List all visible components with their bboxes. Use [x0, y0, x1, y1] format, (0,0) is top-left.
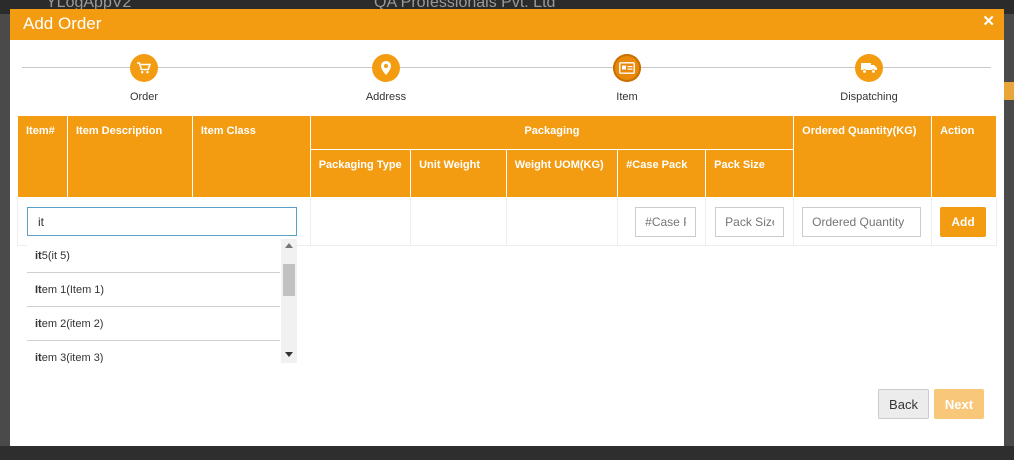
suggestion-match: it: [35, 351, 42, 364]
background-right-tab: [1004, 82, 1014, 100]
item-suggestions-dropdown: it 5(it 5) It em 1(Item 1) it em 2(item 2)…: [27, 239, 297, 363]
suggestion-match: it: [35, 249, 42, 262]
pack-size-cell: [705, 197, 795, 246]
header-item-class: Item Class: [191, 115, 311, 198]
step-item-label: Item: [616, 91, 638, 103]
header-ordered-quantity: Ordered Quantity(KG): [793, 115, 933, 198]
scroll-down-icon[interactable]: [285, 352, 293, 357]
step-item[interactable]: Item: [567, 54, 687, 103]
step-dispatching-label: Dispatching: [840, 91, 898, 103]
order-stepper: Order Address Item Dispatching: [10, 40, 1004, 115]
header-weight-uom: Weight UOM(KG): [505, 149, 619, 198]
list-item[interactable]: It em 1(Item 1): [27, 273, 280, 307]
background-bottom-strip: [0, 446, 1014, 460]
list-item[interactable]: it em 3(item 3): [27, 341, 280, 364]
suggestion-text: em 1(Item 1): [41, 283, 105, 296]
step-order-label: Order: [129, 91, 159, 103]
step-order[interactable]: Order: [84, 54, 204, 103]
action-cell: Add: [931, 197, 997, 246]
background-left-strip: [0, 14, 10, 460]
ordered-quantity-input[interactable]: [802, 206, 922, 237]
header-action: Action: [931, 115, 997, 198]
case-pack-input[interactable]: [635, 206, 697, 237]
add-order-modal: Add Order ✕ Order Address Item Dispatchi…: [10, 9, 1004, 446]
map-pin-icon: [372, 54, 400, 82]
items-table-wrap: Item# Item Description Item Class Packag…: [17, 115, 997, 246]
list-item[interactable]: it em 2(item 2): [27, 307, 280, 341]
suggestion-text: em 2(item 2): [41, 317, 104, 330]
suggestion-text: 5(it 5): [41, 249, 70, 262]
header-item-description: Item Description: [66, 115, 193, 198]
background-right-strip: [1004, 14, 1014, 460]
header-packaging: Packaging: [309, 115, 795, 150]
items-table: Item# Item Description Item Class Packag…: [17, 115, 997, 246]
unit-weight-cell: [410, 197, 507, 246]
case-pack-cell: [617, 197, 707, 246]
header-item-no: Item#: [17, 115, 68, 198]
step-dispatching[interactable]: Dispatching: [809, 54, 929, 103]
weight-uom-cell: [505, 197, 619, 246]
header-packaging-type: Packaging Type: [309, 149, 412, 198]
back-button[interactable]: Back: [878, 389, 929, 419]
truck-icon: [855, 54, 883, 82]
suggestion-match: It: [35, 283, 42, 296]
header-pack-size: Pack Size: [705, 149, 795, 198]
add-button[interactable]: Add: [940, 206, 987, 237]
modal-header: Add Order ✕: [10, 9, 1004, 40]
packaging-type-cell: [309, 197, 412, 246]
id-card-icon: [613, 54, 641, 82]
scrollbar-thumb[interactable]: [283, 264, 295, 296]
suggestion-match: it: [35, 317, 42, 330]
scroll-up-icon[interactable]: [285, 243, 293, 248]
header-unit-weight: Unit Weight: [410, 149, 507, 198]
item-search-input[interactable]: [27, 207, 297, 236]
ordered-quantity-cell: [793, 197, 933, 246]
step-address-label: Address: [365, 91, 407, 103]
cart-icon: [130, 54, 158, 82]
step-address[interactable]: Address: [326, 54, 446, 103]
close-icon[interactable]: ✕: [982, 12, 995, 30]
modal-title: Add Order: [23, 14, 102, 33]
dropdown-scrollbar[interactable]: [281, 239, 297, 363]
header-case-pack: #Case Pack: [617, 149, 707, 198]
pack-size-input[interactable]: [715, 206, 785, 237]
list-item[interactable]: it 5(it 5): [27, 239, 280, 273]
next-button[interactable]: Next: [934, 389, 984, 419]
suggestion-text: em 3(item 3): [41, 351, 104, 364]
